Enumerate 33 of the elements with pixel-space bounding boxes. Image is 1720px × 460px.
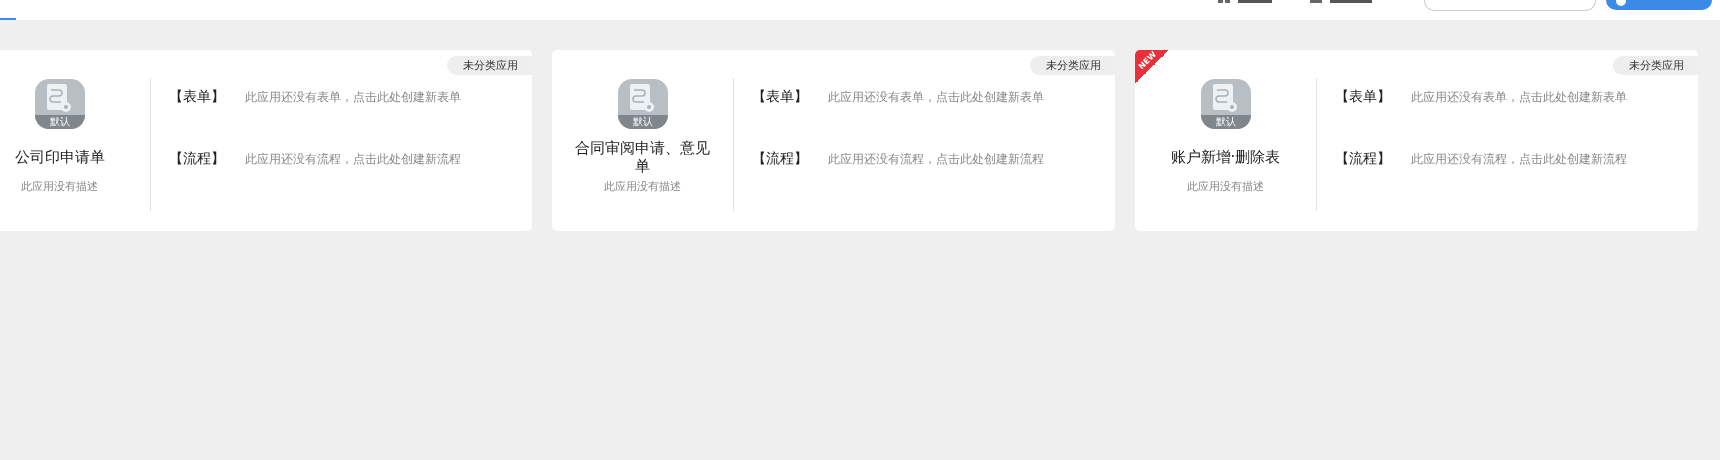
document-gear-icon [1213,84,1238,112]
category-tag: 未分类应用 [1030,56,1115,75]
section-label: 【流程】 [1335,150,1392,168]
section-label: 【流程】 [752,150,809,168]
document-gear-icon [630,84,655,112]
app-description: 此应用没有描述 [21,179,98,194]
section-label: 【表单】 [169,88,226,106]
create-button[interactable] [1606,0,1712,10]
section-label: 【表单】 [1335,88,1392,106]
create-link[interactable]: 此应用还没有表单，点击此处创建新表单 [828,88,1044,106]
app-card[interactable]: 未分类应用 默认 公司印申请单 此应用没有描述 【表单】 此应用还没有表单，点击此处创建新表单 【流程】 此应用还没有流程，点击此处创建新流程 [0,50,532,231]
document-gear-icon [47,84,72,112]
search-field[interactable] [1424,0,1596,11]
app-description: 此应用没有描述 [1187,179,1264,194]
app-card[interactable]: 未分类应用 默认 合同审阅申请、意见单 此应用没有描述 【表单】 此应用还没有表单，点击此处创建新表单 【流程】 此应用还没有流程，点击此处创建新流程 [552,50,1115,231]
icon-label: 默认 [1200,115,1251,129]
app-description: 此应用没有描述 [604,179,681,194]
section-label: 【表单】 [752,88,809,106]
create-link[interactable]: 此应用还没有表单，点击此处创建新表单 [245,88,461,106]
app-title: 合同审阅申请、意见单 [575,139,710,175]
tab-underline [0,18,16,20]
grid-icon[interactable] [1218,0,1230,4]
app-title: 账户新增·删除表 [1169,147,1282,168]
app-title: 公司印申请单 [13,147,106,168]
category-tag: 未分类应用 [1613,56,1698,75]
icon-label: 默认 [617,115,668,129]
icon-label: 默认 [34,115,85,129]
create-link[interactable]: 此应用还没有流程，点击此处创建新流程 [828,150,1044,168]
create-link[interactable]: 此应用还没有表单，点击此处创建新表单 [1411,88,1627,106]
section-label: 【流程】 [169,150,226,168]
create-link[interactable]: 此应用还没有流程，点击此处创建新流程 [1411,150,1627,168]
category-tag: 未分类应用 [447,56,532,75]
create-link[interactable]: 此应用还没有流程，点击此处创建新流程 [245,150,461,168]
